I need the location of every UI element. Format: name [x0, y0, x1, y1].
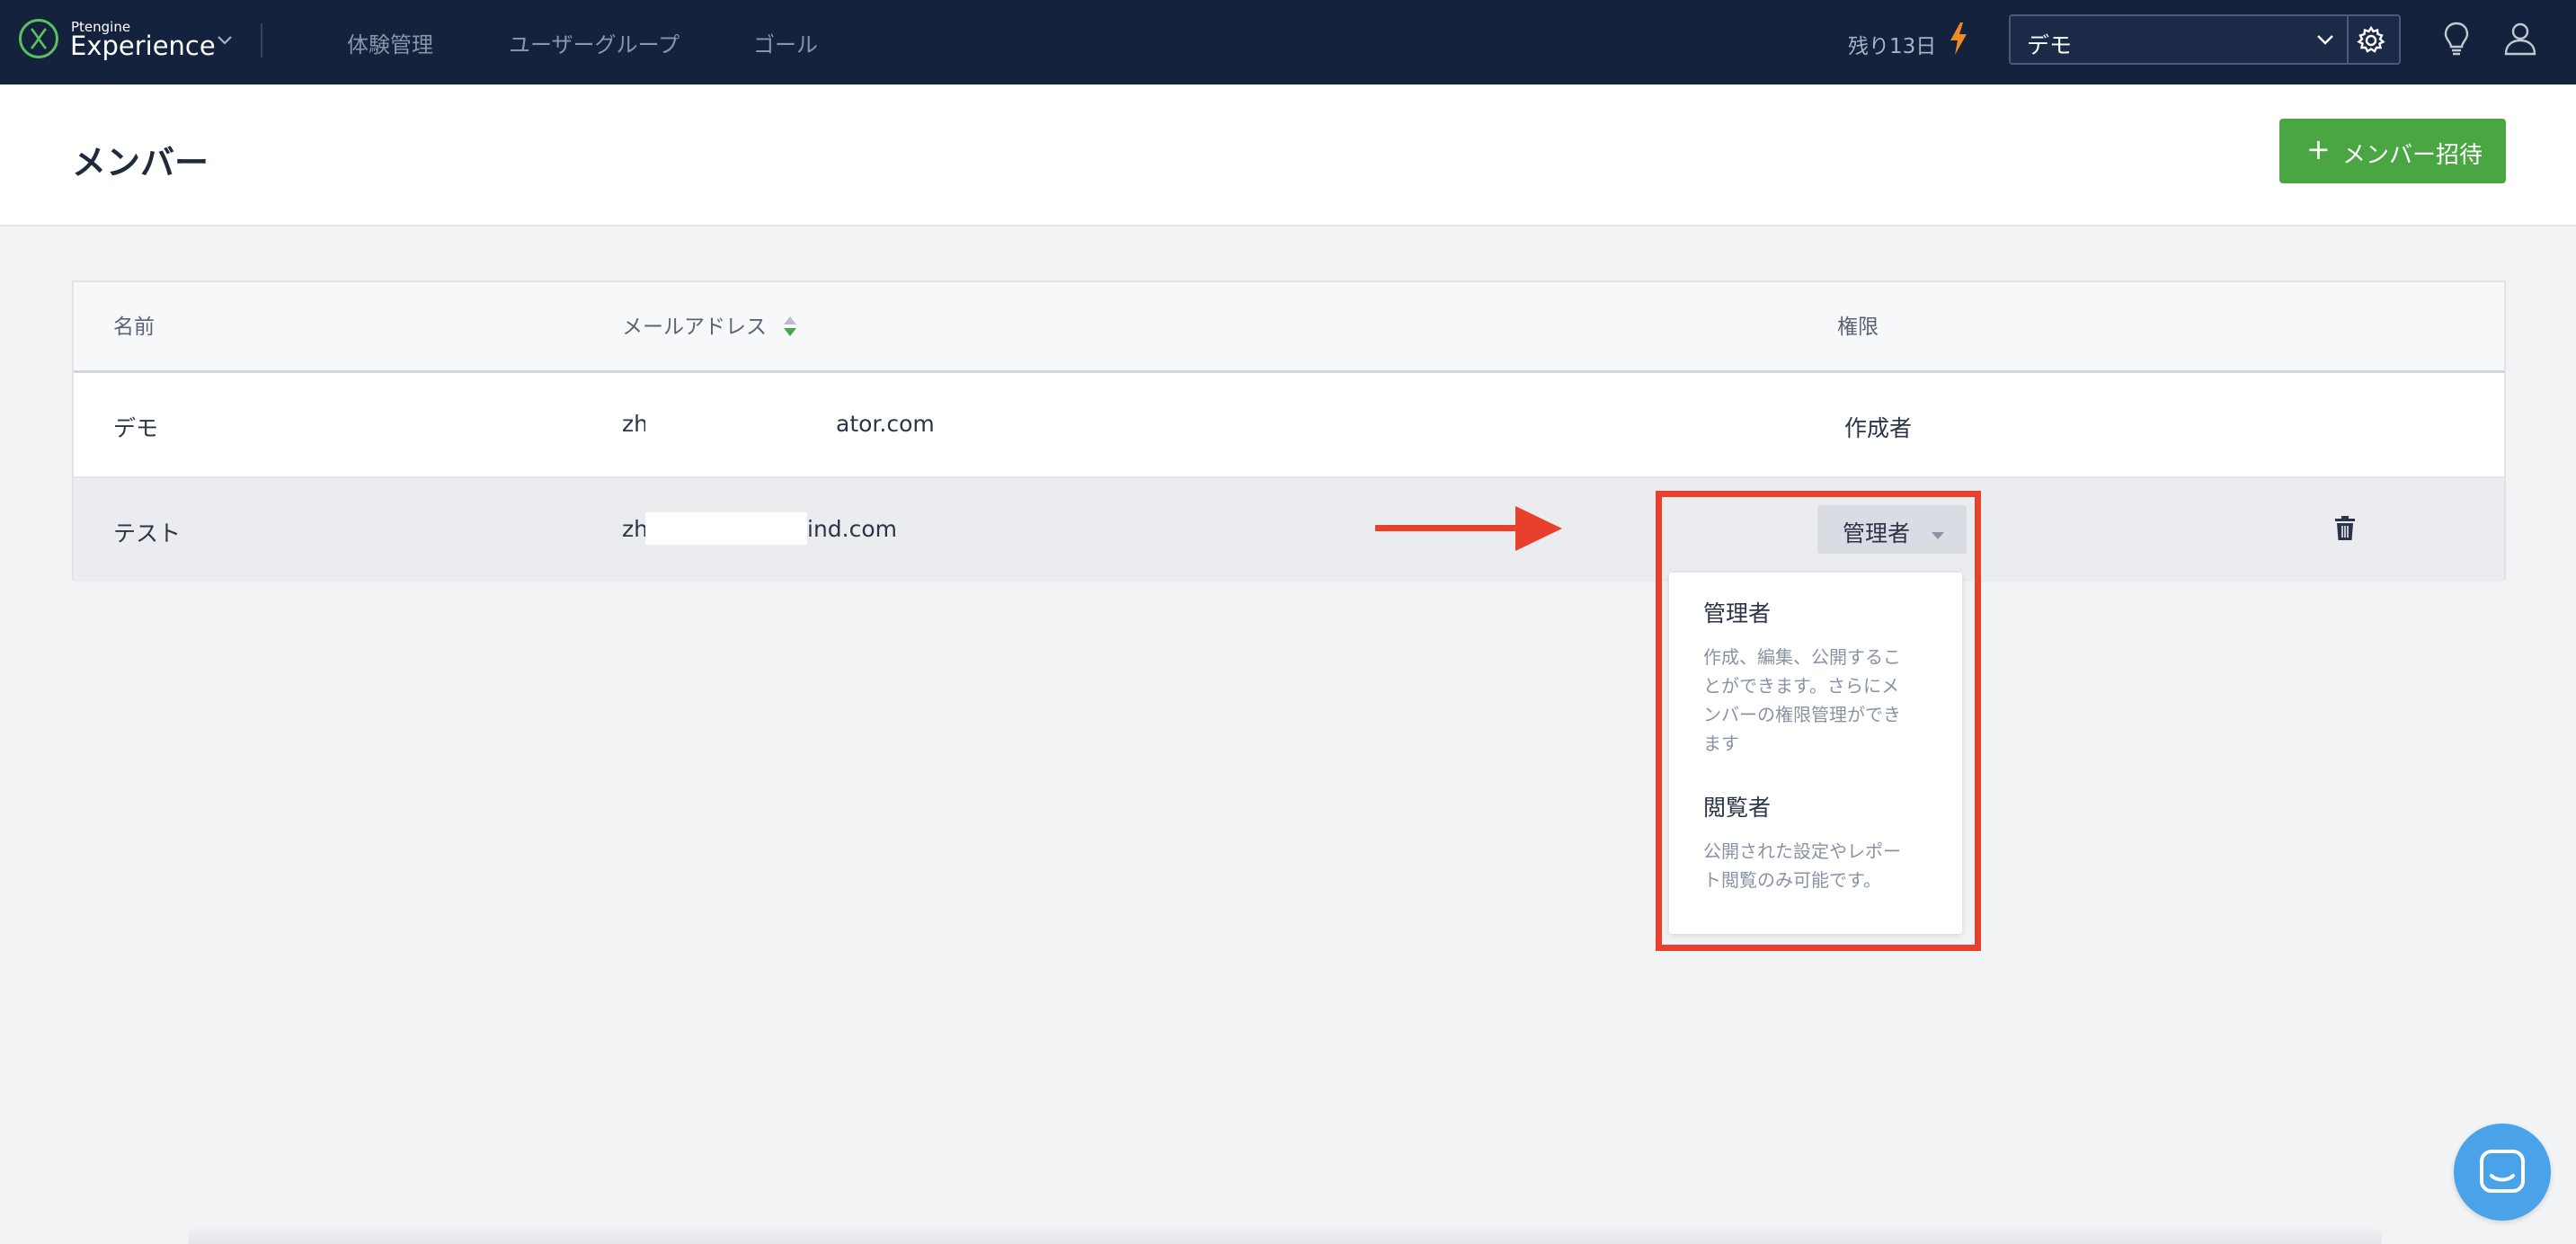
- trial-remaining-text: 残り13日: [1848, 35, 1937, 58]
- nav-item-goals[interactable]: ゴール: [753, 27, 818, 58]
- column-header-email[interactable]: メールアドレス: [622, 309, 767, 340]
- page-header: メンバー + メンバー招待: [0, 84, 2576, 227]
- delete-member-button[interactable]: [2334, 516, 2356, 545]
- annotation-highlight-box: [1656, 491, 1981, 951]
- redaction-mask: [645, 512, 807, 545]
- nav-item-user-groups[interactable]: ユーザーグループ: [509, 27, 680, 58]
- members-table: 名前 メールアドレス 権限 デモ zh ator.com 作成者 テスト zh …: [72, 280, 2506, 582]
- trash-icon: [2335, 516, 2355, 540]
- plus-icon: +: [2306, 132, 2331, 166]
- project-select-divider: [2347, 16, 2349, 63]
- member-name: テスト: [113, 520, 182, 546]
- page-title: メンバー: [72, 143, 209, 182]
- invite-member-label: メンバー招待: [2342, 142, 2483, 169]
- member-email-end: ind.com: [807, 516, 897, 542]
- bottom-panel-edge: [189, 1226, 2382, 1244]
- sort-icon[interactable]: [782, 315, 798, 342]
- top-navigation-bar: Ptengine Experience 体験管理 ユーザーグループ ゴール 残り…: [0, 0, 2576, 84]
- redaction-mask: [645, 405, 827, 441]
- table-row: デモ zh ator.com 作成者: [74, 373, 2504, 478]
- user-icon[interactable]: [2504, 22, 2536, 59]
- annotation-arrow: [1375, 504, 1562, 556]
- member-email-start: zh: [622, 411, 648, 437]
- column-header-role: 権限: [1837, 315, 1879, 339]
- column-header-name: 名前: [113, 315, 155, 339]
- chat-support-button[interactable]: [2454, 1124, 2551, 1221]
- member-email-start: zh: [622, 516, 648, 542]
- table-header: 名前 メールアドレス 権限: [74, 282, 2504, 373]
- chevron-down-icon[interactable]: [217, 32, 233, 49]
- project-select[interactable]: デモ: [2009, 14, 2401, 65]
- table-row: テスト zh ind.com 管理者: [74, 478, 2504, 582]
- nav-item-experience-management[interactable]: 体験管理: [347, 27, 433, 58]
- invite-member-button[interactable]: + メンバー招待: [2279, 119, 2506, 183]
- chat-icon: [2480, 1150, 2525, 1193]
- project-select-value: デモ: [2027, 32, 2073, 58]
- lightbulb-icon[interactable]: [2443, 22, 2470, 61]
- logo-product-name[interactable]: Experience: [70, 31, 216, 61]
- chevron-down-icon: [2316, 32, 2334, 49]
- nav-divider: [261, 23, 262, 58]
- bolt-icon[interactable]: [1949, 22, 1968, 59]
- experience-logo-icon[interactable]: [19, 19, 58, 58]
- member-role: 作成者: [1844, 415, 1913, 441]
- member-email-end: ator.com: [836, 411, 935, 437]
- member-name: デモ: [113, 415, 159, 441]
- gear-icon[interactable]: [2356, 25, 2386, 59]
